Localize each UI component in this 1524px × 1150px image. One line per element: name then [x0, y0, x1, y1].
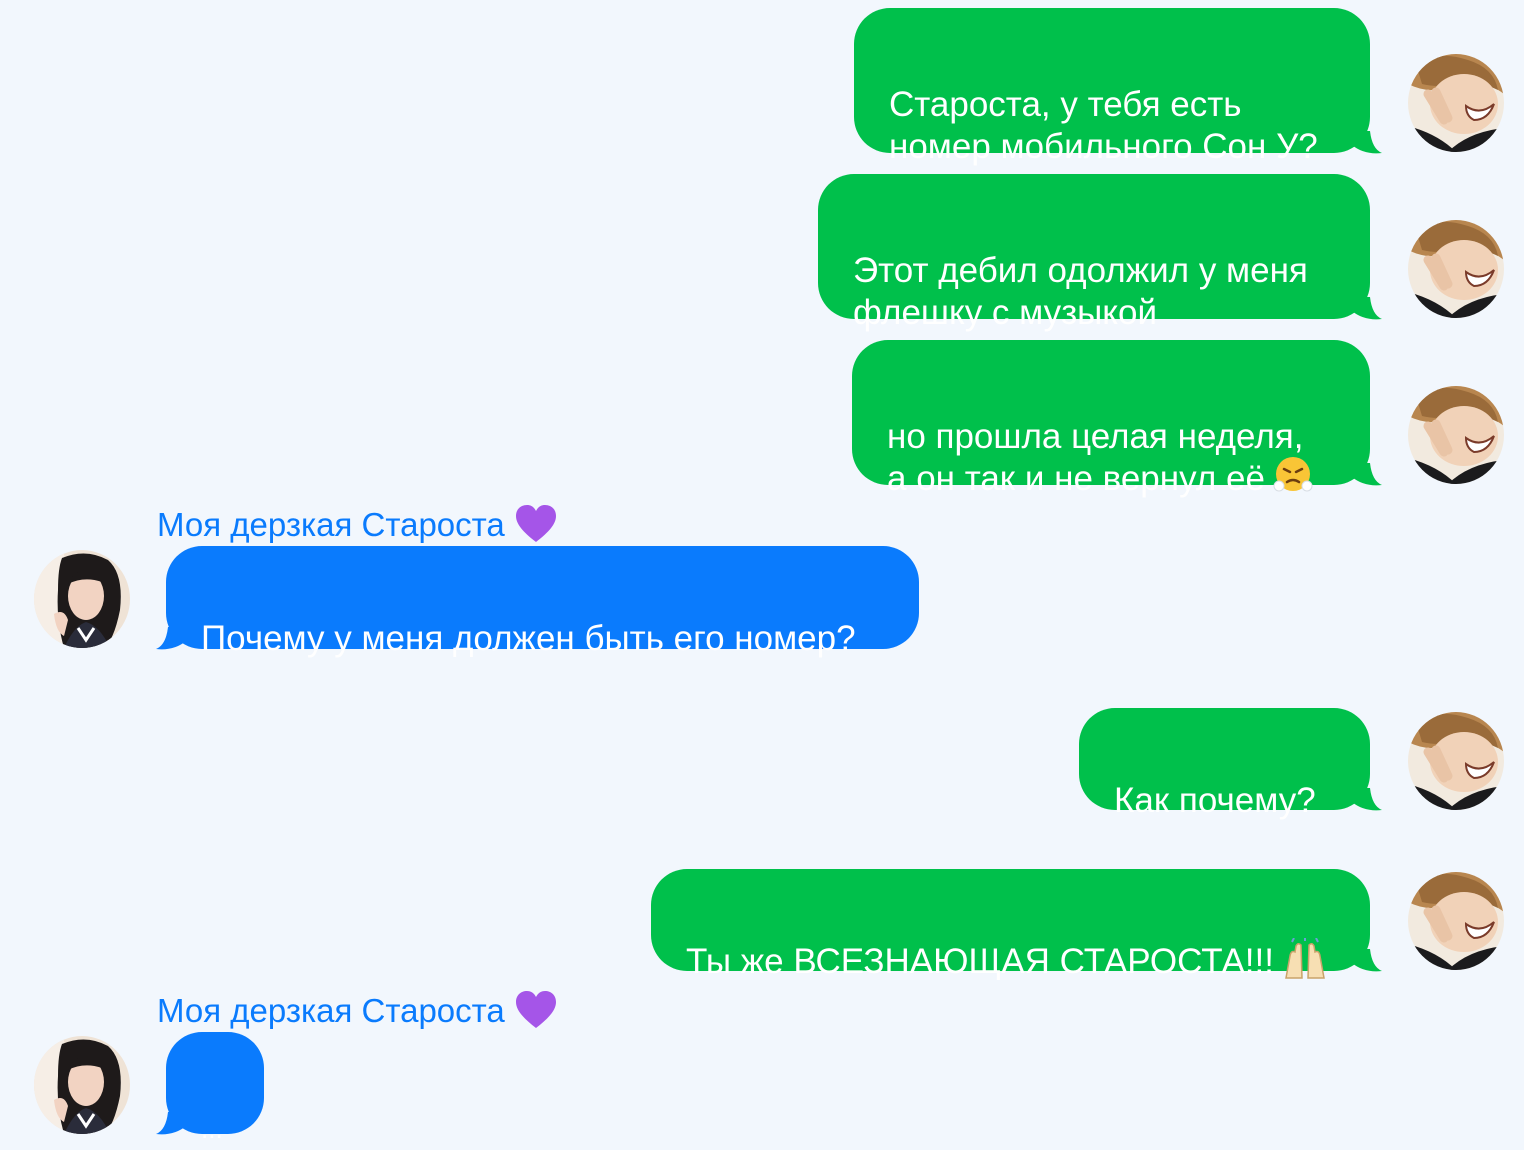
boy-avatar[interactable]: [1408, 54, 1504, 152]
boy-avatar[interactable]: [1408, 386, 1504, 484]
message-bubble-outgoing[interactable]: но прошла целая неделя, а он так и не ве…: [852, 340, 1370, 498]
message-text: Староста, у тебя есть номер мобильного С…: [889, 85, 1318, 166]
boy-avatar[interactable]: [1408, 220, 1504, 318]
message-text: но прошла целая неделя, а он так и не ве…: [887, 417, 1304, 498]
message-text: Ты же ВСЕЗНАЮЩАЯ СТАРОСТА!!!: [686, 942, 1274, 981]
sender-name: Моя дерзкая Староста: [157, 991, 557, 1031]
sender-name: Моя дерзкая Староста: [157, 505, 557, 545]
purple-heart-emoji: [515, 505, 556, 543]
raised-hands-emoji: [1285, 937, 1325, 979]
message-bubble-outgoing[interactable]: Староста, у тебя есть номер мобильного С…: [854, 8, 1370, 166]
bubble-tail: [1352, 297, 1382, 320]
message-bubble-incoming[interactable]: Почему у меня должен быть его номер?: [166, 546, 919, 658]
message-bubble-outgoing[interactable]: Этот дебил одолжил у меня флешку с музык…: [818, 174, 1370, 332]
boy-avatar[interactable]: [1408, 872, 1504, 970]
sender-name-text: Моя дерзкая Староста: [157, 992, 505, 1029]
message-bubble-outgoing[interactable]: Ты же ВСЕЗНАЮЩАЯ СТАРОСТА!!!: [651, 869, 1370, 981]
bubble-tail: [1352, 949, 1382, 972]
sender-name-text: Моя дерзкая Староста: [157, 506, 505, 543]
message-bubble-outgoing[interactable]: Как почему?: [1079, 708, 1370, 820]
steam-face-emoji: [1273, 456, 1313, 492]
message-text: Этот дебил одолжил у меня флешку с музык…: [853, 251, 1308, 332]
bubble-tail: [156, 627, 186, 650]
girl-avatar[interactable]: [34, 550, 130, 648]
bubble-tail: [156, 1112, 186, 1135]
girl-avatar[interactable]: [34, 1036, 130, 1134]
bubble-tail: [1352, 788, 1382, 811]
message-text: Почему у меня должен быть его номер?: [201, 619, 856, 658]
message-text: ...: [201, 1114, 223, 1144]
message-text: Как почему?: [1114, 781, 1316, 820]
bubble-tail: [1352, 131, 1382, 154]
boy-avatar[interactable]: [1408, 712, 1504, 810]
bubble-tail: [1352, 463, 1382, 486]
purple-heart-emoji: [515, 991, 556, 1029]
